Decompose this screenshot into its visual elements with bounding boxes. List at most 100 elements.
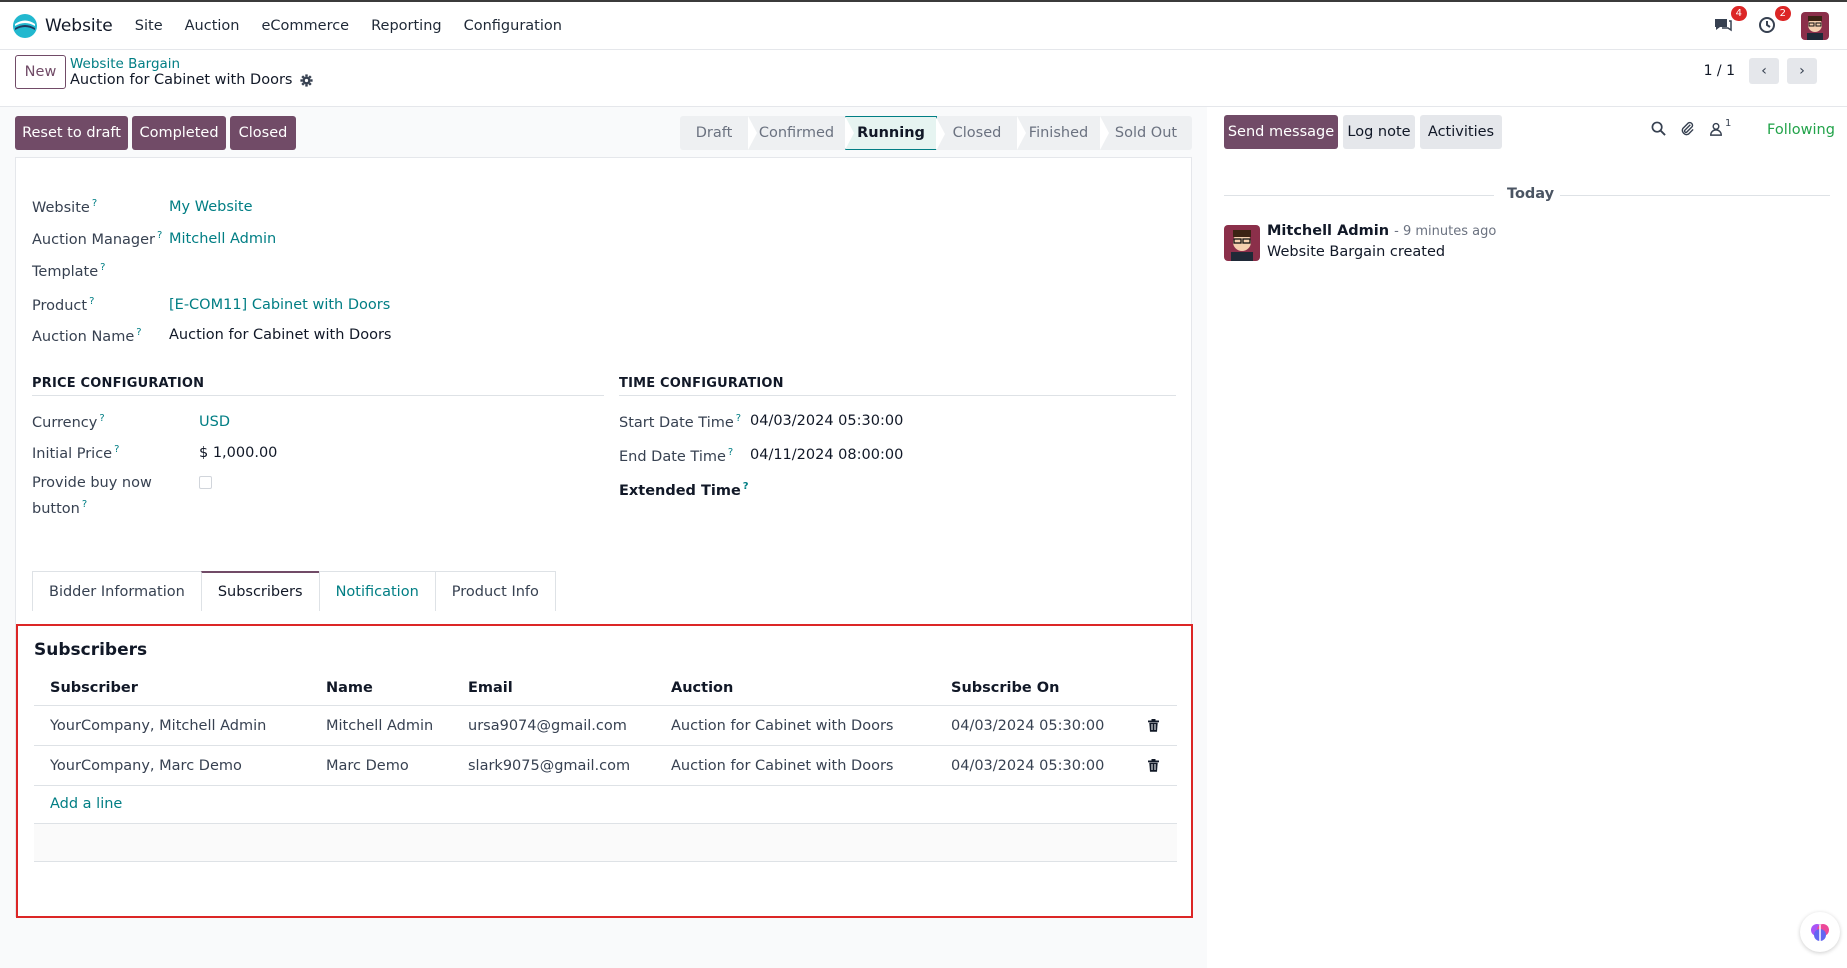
- cell-subscribe-on: 04/03/2024 05:30:00: [951, 757, 1105, 774]
- add-line-link[interactable]: Add a line: [50, 796, 122, 812]
- activities-button[interactable]: Activities: [1420, 115, 1502, 149]
- cell-subscriber: YourCompany, Marc Demo: [50, 757, 242, 774]
- product-label: Product?: [32, 296, 95, 314]
- new-button[interactable]: New: [15, 55, 66, 89]
- column-email[interactable]: Email: [468, 670, 513, 705]
- column-name[interactable]: Name: [326, 670, 373, 705]
- trash-icon[interactable]: [1148, 746, 1159, 785]
- stage-confirmed[interactable]: Confirmed: [748, 116, 854, 150]
- cell-auction: Auction for Cabinet with Doors: [671, 717, 894, 734]
- template-label: Template?: [32, 262, 106, 280]
- menu-auction[interactable]: Auction: [185, 18, 240, 34]
- message-time: - 9 minutes ago: [1394, 224, 1497, 239]
- pager: 1 / 1 ‹ ›: [1704, 58, 1817, 84]
- divider: [32, 395, 604, 396]
- pager-previous-button[interactable]: ‹: [1749, 58, 1779, 84]
- notebook-tabs: Bidder Information Subscribers Notificat…: [32, 571, 556, 611]
- initial-price-label: Initial Price?: [32, 444, 120, 462]
- paperclip-icon[interactable]: [1680, 121, 1695, 136]
- tab-bidder-information[interactable]: Bidder Information: [32, 571, 202, 611]
- menu-reporting[interactable]: Reporting: [371, 18, 442, 34]
- author-name[interactable]: Mitchell Admin: [1267, 223, 1389, 239]
- clock-icon: [1759, 17, 1775, 33]
- stage-finished[interactable]: Finished: [1017, 116, 1109, 150]
- activities-button[interactable]: 2: [1757, 6, 1791, 37]
- column-subscribe-on[interactable]: Subscribe On: [951, 670, 1059, 705]
- log-note-button[interactable]: Log note: [1343, 115, 1415, 149]
- table-header: Subscriber Name Email Auction Subscribe …: [34, 670, 1177, 706]
- menu-configuration[interactable]: Configuration: [464, 18, 562, 34]
- table-row[interactable]: YourCompany, Mitchell Admin Mitchell Adm…: [34, 706, 1177, 746]
- subscribers-title: Subscribers: [34, 640, 148, 660]
- column-auction[interactable]: Auction: [671, 670, 733, 705]
- auction-name-field[interactable]: Auction for Cabinet with Doors: [169, 327, 391, 343]
- send-message-button[interactable]: Send message: [1224, 115, 1338, 149]
- cell-email: ursa9074@gmail.com: [468, 717, 627, 734]
- stage-sold-out[interactable]: Sold Out: [1100, 116, 1192, 150]
- website-field[interactable]: My Website: [169, 199, 253, 215]
- menu-site[interactable]: Site: [135, 18, 163, 34]
- auction-manager-field[interactable]: Mitchell Admin: [169, 231, 276, 247]
- control-panel: New Website Bargain Auction for Cabinet …: [0, 50, 1847, 107]
- form-area: Reset to draft Completed Closed Draft Co…: [0, 107, 1207, 968]
- completed-button[interactable]: Completed: [132, 116, 226, 150]
- message-body: Website Bargain created: [1267, 244, 1446, 260]
- gear-icon[interactable]: [300, 73, 314, 87]
- menu-ecommerce[interactable]: eCommerce: [261, 18, 349, 34]
- subscribers-panel: Subscribers Subscriber Name Email Auctio…: [16, 624, 1193, 918]
- auction-name-label: Auction Name?: [32, 327, 142, 345]
- messages-button[interactable]: 4: [1713, 6, 1747, 37]
- trash-icon[interactable]: [1148, 706, 1159, 745]
- reset-to-draft-button[interactable]: Reset to draft: [15, 116, 128, 150]
- following-button[interactable]: Following: [1767, 122, 1835, 138]
- start-date-label: Start Date Time?: [619, 413, 742, 431]
- author-avatar[interactable]: [1224, 225, 1260, 261]
- assistant-button[interactable]: [1800, 912, 1840, 952]
- pager-next-button[interactable]: ›: [1787, 58, 1817, 84]
- user-avatar[interactable]: [1801, 12, 1829, 40]
- stage-pipeline: Draft Confirmed Running Closed Finished …: [680, 116, 1192, 151]
- message-author: Mitchell Admin - 9 minutes ago: [1267, 223, 1496, 239]
- followers-count: 1: [1725, 117, 1732, 129]
- currency-field[interactable]: USD: [199, 414, 230, 430]
- cell-name: Mitchell Admin: [326, 717, 434, 734]
- cell-auction: Auction for Cabinet with Doors: [671, 757, 894, 774]
- column-subscriber[interactable]: Subscriber: [50, 670, 138, 705]
- pager-value[interactable]: 1 / 1: [1704, 63, 1735, 79]
- activities-badge: 2: [1774, 6, 1791, 21]
- end-date-field[interactable]: 04/11/2024 08:00:00: [750, 447, 903, 463]
- start-date-field[interactable]: 04/03/2024 05:30:00: [750, 413, 903, 429]
- buy-now-checkbox[interactable]: [199, 476, 212, 489]
- extended-time-field[interactable]: [750, 481, 1050, 501]
- product-field[interactable]: [E-COM11] Cabinet with Doors: [169, 297, 390, 313]
- cell-subscriber: YourCompany, Mitchell Admin: [50, 717, 267, 734]
- initial-price-field[interactable]: $ 1,000.00: [199, 445, 277, 461]
- template-field[interactable]: [169, 262, 569, 282]
- followers-button[interactable]: 1: [1709, 118, 1731, 136]
- tab-product-info[interactable]: Product Info: [434, 571, 556, 611]
- stage-draft[interactable]: Draft: [680, 116, 757, 150]
- top-navbar: Website Site Auction eCommerce Reporting…: [0, 0, 1847, 50]
- stage-running[interactable]: Running: [845, 116, 945, 151]
- form-sheet: Website? My Website Auction Manager? Mit…: [15, 157, 1193, 918]
- buy-now-label: Provide buy now button?: [32, 475, 152, 517]
- search-icon[interactable]: [1651, 121, 1666, 136]
- status-bar: Reset to draft Completed Closed Draft Co…: [15, 116, 1192, 151]
- website-app-icon[interactable]: [12, 13, 38, 39]
- tab-notification[interactable]: Notification: [318, 571, 436, 611]
- auction-manager-label: Auction Manager?: [32, 230, 163, 248]
- chevron-left-icon: ‹: [1761, 63, 1767, 79]
- table-row[interactable]: YourCompany, Marc Demo Marc Demo slark90…: [34, 746, 1177, 786]
- end-date-label: End Date Time?: [619, 447, 734, 465]
- website-label: Website?: [32, 198, 98, 216]
- closed-button[interactable]: Closed: [230, 116, 296, 150]
- brain-icon: [1811, 924, 1829, 941]
- date-separator: Today: [1507, 186, 1555, 202]
- chat-icon: [1715, 19, 1732, 32]
- stage-closed[interactable]: Closed: [937, 116, 1026, 150]
- tab-subscribers[interactable]: Subscribers: [200, 571, 320, 611]
- breadcrumb-parent[interactable]: Website Bargain: [70, 56, 180, 72]
- divider: [1560, 195, 1830, 196]
- app-name[interactable]: Website: [45, 16, 113, 36]
- chevron-right-icon: ›: [1799, 63, 1805, 79]
